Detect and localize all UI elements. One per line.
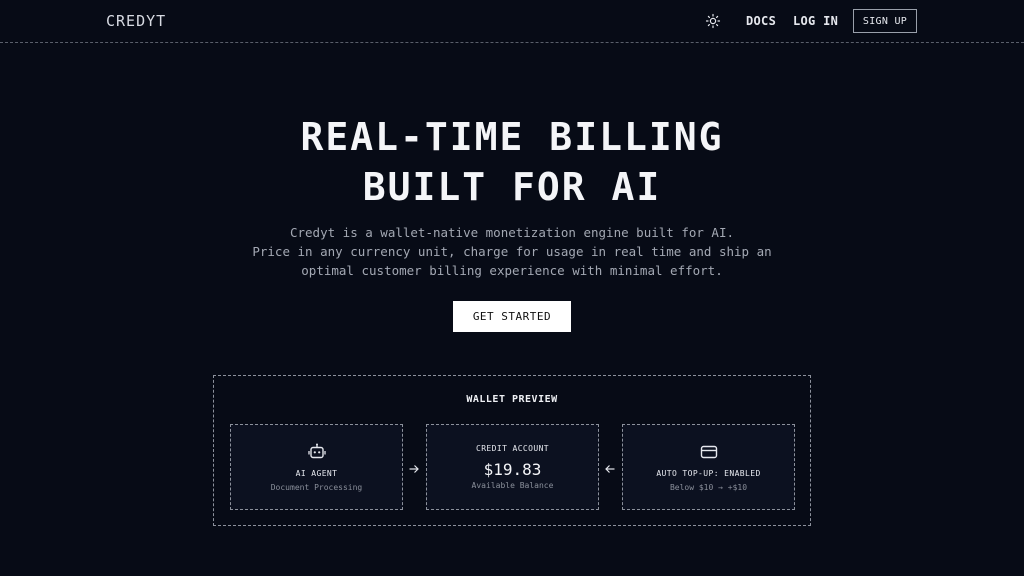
signup-button[interactable]: SIGN UP — [853, 9, 917, 33]
arrow-left-icon — [604, 460, 616, 473]
ai-agent-card: AI AGENT Document Processing — [230, 424, 403, 510]
hero-subtitle-line-1: Credyt is a wallet-native monetization e… — [289, 225, 734, 240]
logo[interactable]: CREDYT — [106, 12, 166, 30]
auto-top-up-card: AUTO TOP-UP: ENABLED Below $10 → +$10 — [622, 424, 795, 510]
credit-balance-amount: $19.83 — [483, 460, 542, 479]
credit-card-icon — [700, 443, 718, 461]
hero-title-line-1: REAL-TIME BILLING — [300, 115, 724, 159]
sun-icon[interactable] — [705, 13, 721, 29]
get-started-button[interactable]: GET STARTED — [453, 301, 571, 332]
nav-login-link[interactable]: LOG IN — [793, 14, 838, 28]
ai-agent-label: AI AGENT — [295, 469, 338, 478]
credit-account-card: CREDIT ACCOUNT $19.83 Available Balance — [426, 424, 599, 510]
credit-account-label: CREDIT ACCOUNT — [475, 444, 550, 453]
arrow-right-icon — [408, 460, 420, 473]
hero-subtitle-line-3: optimal customer billing experience with… — [301, 263, 723, 278]
wallet-preview-title: WALLET PREVIEW — [466, 394, 558, 405]
hero-title: REAL-TIME BILLING BUILT FOR AI — [0, 112, 1024, 212]
auto-top-up-sub: Below $10 → +$10 — [669, 483, 748, 492]
hero-subtitle-line-2: Price in any currency unit, charge for u… — [252, 244, 772, 259]
hero-subtitle: Credyt is a wallet-native monetization e… — [0, 223, 1024, 280]
nav-docs-link[interactable]: DOCS — [746, 14, 776, 28]
wallet-preview-panel: WALLET PREVIEW AI AGENT Document Process… — [213, 375, 811, 526]
hero-title-line-2: BUILT FOR AI — [362, 165, 662, 209]
top-nav: CREDYT DOCS LOG IN SIGN UP — [0, 0, 1024, 43]
auto-top-up-label: AUTO TOP-UP: ENABLED — [656, 469, 761, 478]
robot-icon — [308, 443, 326, 461]
ai-agent-sub: Document Processing — [270, 483, 363, 492]
credit-balance-sub: Available Balance — [471, 481, 554, 490]
